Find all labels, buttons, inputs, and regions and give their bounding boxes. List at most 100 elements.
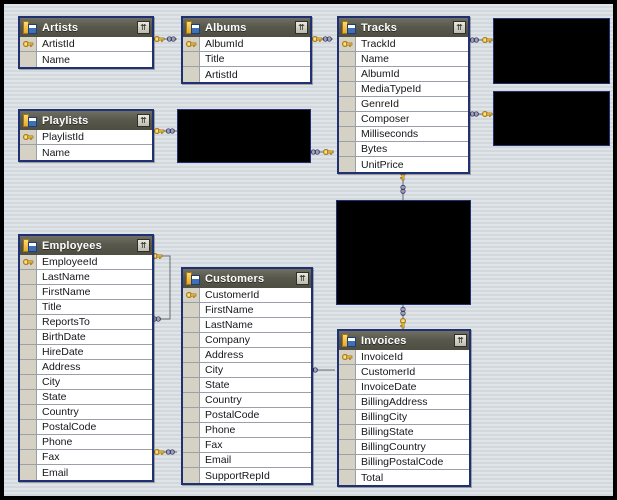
column-name: State bbox=[37, 391, 67, 403]
row-gutter bbox=[20, 405, 37, 419]
column-name: State bbox=[200, 379, 230, 391]
table-titlebar[interactable]: Customers⇈ bbox=[183, 269, 311, 288]
column-row[interactable]: State bbox=[20, 390, 152, 405]
row-gutter bbox=[339, 470, 356, 485]
redacted-box-top-right[interactable] bbox=[493, 18, 610, 84]
column-row[interactable]: TrackId bbox=[339, 37, 468, 52]
column-row[interactable]: HireDate bbox=[20, 345, 152, 360]
column-row[interactable]: MediaTypeId bbox=[339, 82, 468, 97]
column-row[interactable]: PostalCode bbox=[20, 420, 152, 435]
column-row[interactable]: FirstName bbox=[183, 303, 311, 318]
column-row[interactable]: Country bbox=[20, 405, 152, 420]
column-row[interactable]: Fax bbox=[20, 450, 152, 465]
row-gutter bbox=[183, 408, 200, 422]
column-row[interactable]: BillingState bbox=[339, 425, 469, 440]
column-row[interactable]: BillingCity bbox=[339, 410, 469, 425]
column-row[interactable]: PlaylistId bbox=[20, 130, 152, 145]
column-row[interactable]: AlbumId bbox=[183, 37, 310, 52]
column-row[interactable]: CustomerId bbox=[339, 365, 469, 380]
column-row[interactable]: Email bbox=[183, 453, 311, 468]
column-row[interactable]: Milliseconds bbox=[339, 127, 468, 142]
table-albums[interactable]: Albums⇈AlbumId TitleArtistId bbox=[181, 16, 312, 84]
table-tracks[interactable]: Tracks⇈TrackIdNameAlbumIdMediaTypeId Genr… bbox=[337, 16, 470, 174]
column-row[interactable]: Phone bbox=[183, 423, 311, 438]
column-row[interactable]: City bbox=[20, 375, 152, 390]
redacted-box-center[interactable] bbox=[336, 200, 471, 305]
row-gutter bbox=[20, 390, 37, 404]
key-icon bbox=[339, 37, 356, 51]
column-name: AlbumId bbox=[200, 38, 244, 50]
column-row[interactable]: Phone bbox=[20, 435, 152, 450]
column-row[interactable]: ReportsTo bbox=[20, 315, 152, 330]
column-row[interactable]: LastName bbox=[183, 318, 311, 333]
collapse-chevrons-icon[interactable]: ⇈ bbox=[295, 21, 308, 34]
column-name: Total bbox=[356, 472, 383, 484]
column-row[interactable]: FirstName bbox=[20, 285, 152, 300]
table-employees[interactable]: Employees⇈EmployeeIdLastNameFirstNameTit… bbox=[18, 234, 154, 482]
column-row[interactable]: SupportRepId bbox=[183, 468, 311, 483]
column-name: BillingCountry bbox=[356, 441, 426, 453]
column-row[interactable]: PostalCode bbox=[183, 408, 311, 423]
table-titlebar[interactable]: Tracks⇈ bbox=[339, 18, 468, 37]
column-row[interactable]: EmployeeId bbox=[20, 255, 152, 270]
column-row[interactable]: City bbox=[183, 363, 311, 378]
collapse-chevrons-icon[interactable]: ⇈ bbox=[454, 334, 467, 347]
collapse-chevrons-icon[interactable]: ⇈ bbox=[137, 21, 150, 34]
column-row[interactable]: BirthDate bbox=[20, 330, 152, 345]
column-row[interactable]: BillingAddress bbox=[339, 395, 469, 410]
column-name: ReportsTo bbox=[37, 316, 90, 328]
column-row[interactable]: LastName bbox=[20, 270, 152, 285]
table-titlebar[interactable]: Invoices⇈ bbox=[339, 331, 469, 350]
table-customers[interactable]: Customers⇈CustomerIdFirstNameLastNameCom… bbox=[181, 267, 313, 485]
row-gutter bbox=[20, 270, 37, 284]
column-name: MediaTypeId bbox=[356, 83, 421, 95]
column-row[interactable]: Title bbox=[20, 300, 152, 315]
column-row[interactable]: UnitPrice bbox=[339, 157, 468, 172]
column-row[interactable]: Title bbox=[183, 52, 310, 67]
column-row[interactable]: Email bbox=[20, 465, 152, 480]
table-artists[interactable]: Artists⇈ArtistIdName bbox=[18, 16, 154, 69]
row-gutter bbox=[339, 440, 356, 454]
row-gutter bbox=[20, 360, 37, 374]
table-playlists[interactable]: Playlists⇈PlaylistIdName bbox=[18, 109, 154, 162]
column-row[interactable]: ArtistId bbox=[20, 37, 152, 52]
row-gutter bbox=[20, 315, 37, 329]
table-titlebar[interactable]: Playlists⇈ bbox=[20, 111, 152, 130]
column-row[interactable]: Address bbox=[20, 360, 152, 375]
column-row[interactable]: GenreId bbox=[339, 97, 468, 112]
table-titlebar[interactable]: Artists⇈ bbox=[20, 18, 152, 37]
collapse-chevrons-icon[interactable]: ⇈ bbox=[296, 272, 309, 285]
column-row[interactable]: BillingCountry bbox=[339, 440, 469, 455]
row-gutter bbox=[20, 465, 37, 480]
column-row[interactable]: Address bbox=[183, 348, 311, 363]
key-icon bbox=[20, 37, 37, 51]
column-list: InvoiceIdCustomerIdInvoiceDateBillingAdd… bbox=[339, 350, 469, 485]
column-row[interactable]: InvoiceId bbox=[339, 350, 469, 365]
collapse-chevrons-icon[interactable]: ⇈ bbox=[137, 239, 150, 252]
table-invoices[interactable]: Invoices⇈InvoiceIdCustomerIdInvoiceDateB… bbox=[337, 329, 471, 487]
column-row[interactable]: Composer bbox=[339, 112, 468, 127]
redacted-box-playlists[interactable] bbox=[177, 109, 311, 163]
column-row[interactable]: Fax bbox=[183, 438, 311, 453]
table-titlebar[interactable]: Albums⇈ bbox=[183, 18, 310, 37]
column-row[interactable]: Name bbox=[339, 52, 468, 67]
column-row[interactable]: Company bbox=[183, 333, 311, 348]
column-row[interactable]: InvoiceDate bbox=[339, 380, 469, 395]
column-row[interactable]: Bytes bbox=[339, 142, 468, 157]
collapse-chevrons-icon[interactable]: ⇈ bbox=[137, 114, 150, 127]
column-row[interactable]: Total bbox=[339, 470, 469, 485]
row-gutter bbox=[20, 52, 37, 67]
redacted-box-mid-right[interactable] bbox=[493, 91, 610, 146]
column-row[interactable]: Name bbox=[20, 145, 152, 160]
collapse-chevrons-icon[interactable]: ⇈ bbox=[453, 21, 466, 34]
key-icon bbox=[183, 288, 200, 302]
column-row[interactable]: BillingPostalCode bbox=[339, 455, 469, 470]
column-row[interactable]: ArtistId bbox=[183, 67, 310, 82]
table-titlebar[interactable]: Employees⇈ bbox=[20, 236, 152, 255]
diagram-canvas[interactable]: Artists⇈ArtistIdNameAlbums⇈AlbumIdTitleA… bbox=[4, 4, 613, 496]
column-row[interactable]: Name bbox=[20, 52, 152, 67]
column-row[interactable]: State bbox=[183, 378, 311, 393]
column-row[interactable]: AlbumId bbox=[339, 67, 468, 82]
column-row[interactable]: CustomerId bbox=[183, 288, 311, 303]
column-row[interactable]: Country bbox=[183, 393, 311, 408]
